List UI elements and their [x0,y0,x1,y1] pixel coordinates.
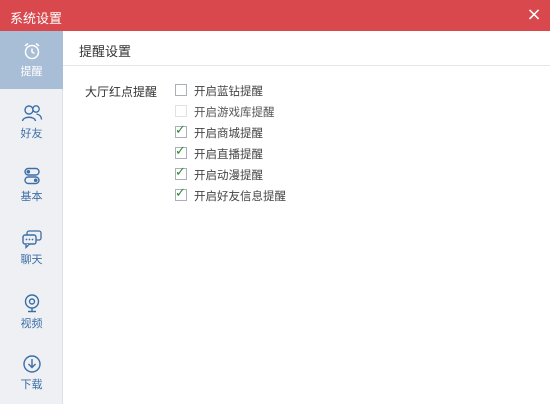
sidebar-item-basic[interactable]: 基本 [0,156,63,214]
sidebar-item-label: 提醒 [20,65,43,78]
sidebar: 提醒 好友 基本 聊天 视频 下载 [0,31,63,404]
sidebar-item-video[interactable]: 视频 [0,283,63,341]
sidebar-item-label: 视频 [20,317,43,330]
checkbox[interactable]: ✓ [175,186,187,201]
chat-icon [21,230,42,249]
title-bar: 系统设置 × [0,0,550,31]
option-label: 开启商城提醒 [194,126,263,140]
group-label: 大厅红点提醒 [85,85,158,99]
option-label: 开启动漫提醒 [194,168,263,182]
friends-icon [21,105,42,122]
sidebar-item-download[interactable]: 下载 [0,344,63,402]
download-icon [22,355,41,373]
checkbox [175,105,187,117]
sidebar-item-label: 好友 [20,127,43,140]
option-label: 开启蓝钻提醒 [194,84,263,98]
settings-panel: 提醒设置 大厅红点提醒 开启蓝钻提醒 开启游戏库提醒 ✓ 开启商城提醒 ✓ 开启… [63,31,550,404]
checkmark-icon: ✓ [175,186,186,201]
checkmark-icon: ✓ [175,123,186,138]
checkbox[interactable]: ✓ [175,144,187,159]
window-title: 系统设置 [10,12,63,27]
sidebar-item-label: 聊天 [20,253,43,266]
option-label: 开启游戏库提醒 [194,105,275,119]
section-divider [63,65,550,66]
checkmark-icon: ✓ [175,144,186,159]
close-button[interactable]: × [524,6,544,26]
toggle-icon [23,167,40,185]
checkmark-icon: ✓ [175,165,186,180]
sidebar-item-label: 下载 [20,378,43,391]
checkbox[interactable] [175,84,187,96]
checkbox[interactable]: ✓ [175,123,187,138]
sidebar-item-reminder[interactable]: 提醒 [0,31,63,89]
alarm-clock-icon [24,42,39,60]
sidebar-item-chat[interactable]: 聊天 [0,219,63,277]
webcam-icon [24,294,39,313]
option-label: 开启好友信息提醒 [194,189,286,203]
sidebar-item-friends[interactable]: 好友 [0,93,63,151]
sidebar-item-label: 基本 [20,190,43,203]
checkbox[interactable]: ✓ [175,165,187,180]
section-title: 提醒设置 [79,45,132,60]
option-label: 开启直播提醒 [194,147,263,161]
